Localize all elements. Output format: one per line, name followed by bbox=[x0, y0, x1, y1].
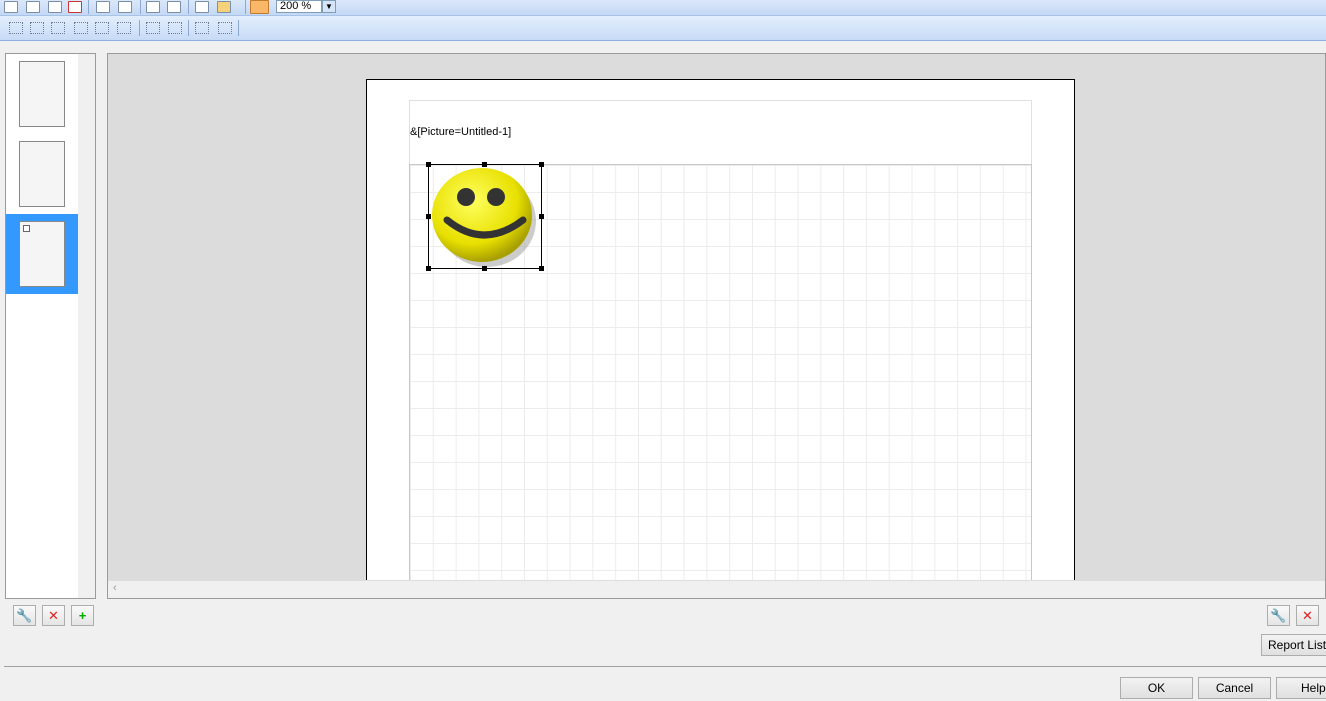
align-toolbar bbox=[0, 16, 1326, 41]
edit-icon[interactable] bbox=[4, 1, 18, 13]
page-thumbnail[interactable] bbox=[19, 61, 65, 127]
align-top-icon[interactable] bbox=[9, 22, 23, 34]
page-thumbnail-list[interactable] bbox=[5, 53, 96, 599]
print-icon[interactable] bbox=[167, 1, 181, 13]
align-center-icon[interactable] bbox=[95, 22, 109, 34]
header-band[interactable]: &[Picture=Untitled-1] bbox=[409, 100, 1032, 164]
bring-forward-icon[interactable] bbox=[96, 1, 110, 13]
divider bbox=[4, 666, 1326, 667]
wrench-icon[interactable]: 🔧 bbox=[13, 605, 36, 626]
header-field-text[interactable]: &[Picture=Untitled-1] bbox=[410, 126, 511, 138]
page-thumbnail[interactable] bbox=[19, 141, 65, 207]
picture-element[interactable] bbox=[428, 164, 542, 269]
send-backward-icon[interactable] bbox=[118, 1, 132, 13]
smiley-picture bbox=[432, 168, 536, 267]
help-button[interactable]: Help bbox=[1276, 677, 1326, 699]
wrench-icon[interactable]: 🔧 bbox=[1267, 605, 1290, 626]
design-canvas[interactable]: &[Picture=Untitled-1] ‹ bbox=[107, 53, 1326, 599]
same-width-icon[interactable] bbox=[146, 22, 160, 34]
copy-icon[interactable] bbox=[48, 1, 62, 13]
main-toolbar: 200 % ▼ bbox=[0, 0, 1326, 16]
report-page: &[Picture=Untitled-1] bbox=[366, 79, 1075, 598]
new-icon[interactable] bbox=[26, 1, 40, 13]
align-right-icon[interactable] bbox=[117, 22, 131, 34]
align-middle-icon[interactable] bbox=[30, 22, 44, 34]
space-horizontal-icon[interactable] bbox=[195, 22, 209, 34]
align-bottom-icon[interactable] bbox=[51, 22, 65, 34]
delete-report-button[interactable]: ✕ bbox=[1296, 605, 1319, 626]
snap-to-grid-icon[interactable] bbox=[250, 0, 269, 14]
properties-icon[interactable] bbox=[195, 1, 209, 13]
chevron-down-icon[interactable]: ▼ bbox=[322, 0, 336, 13]
cancel-button[interactable]: Cancel bbox=[1198, 677, 1271, 699]
space-vertical-icon[interactable] bbox=[218, 22, 232, 34]
preview-icon[interactable] bbox=[146, 1, 160, 13]
paste-icon[interactable] bbox=[217, 1, 231, 13]
add-page-button[interactable]: + bbox=[71, 605, 94, 626]
report-list-button[interactable]: Report List 1 bbox=[1261, 634, 1326, 656]
page-thumbnail[interactable] bbox=[19, 221, 65, 287]
horizontal-scrollbar[interactable]: ‹ bbox=[108, 580, 1325, 598]
same-height-icon[interactable] bbox=[168, 22, 182, 34]
zoom-select[interactable]: 200 % bbox=[276, 0, 322, 13]
align-left-icon[interactable] bbox=[74, 22, 88, 34]
delete-page-button[interactable]: ✕ bbox=[42, 605, 65, 626]
vertical-scrollbar[interactable] bbox=[78, 54, 95, 598]
ok-button[interactable]: OK bbox=[1120, 677, 1193, 699]
delete-icon[interactable] bbox=[68, 1, 82, 13]
